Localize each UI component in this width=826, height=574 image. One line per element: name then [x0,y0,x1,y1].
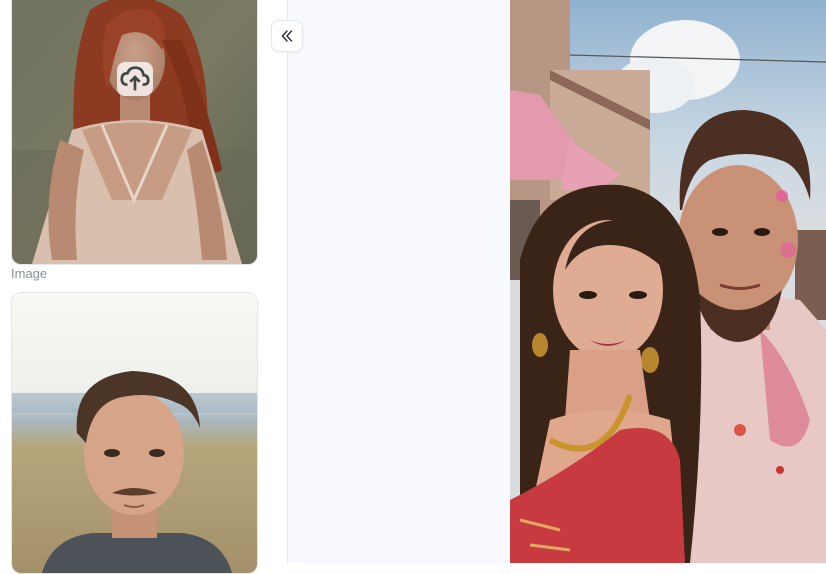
result-image[interactable] [510,0,826,563]
upload-button[interactable] [117,62,153,96]
man-portrait-image [12,293,257,573]
input-images-panel: Image [0,0,288,574]
collapse-sidebar-button[interactable] [271,20,303,52]
double-chevron-left-icon [281,30,293,42]
woman-portrait-image [12,0,257,264]
input-image-man-thumbnail[interactable] [11,292,258,574]
upload-icon [120,66,150,91]
couple-holi-result-image [510,0,826,563]
empty-workspace-panel [288,0,510,563]
image-caption: Image [11,266,48,281]
input-image-woman-thumbnail[interactable] [11,0,258,265]
